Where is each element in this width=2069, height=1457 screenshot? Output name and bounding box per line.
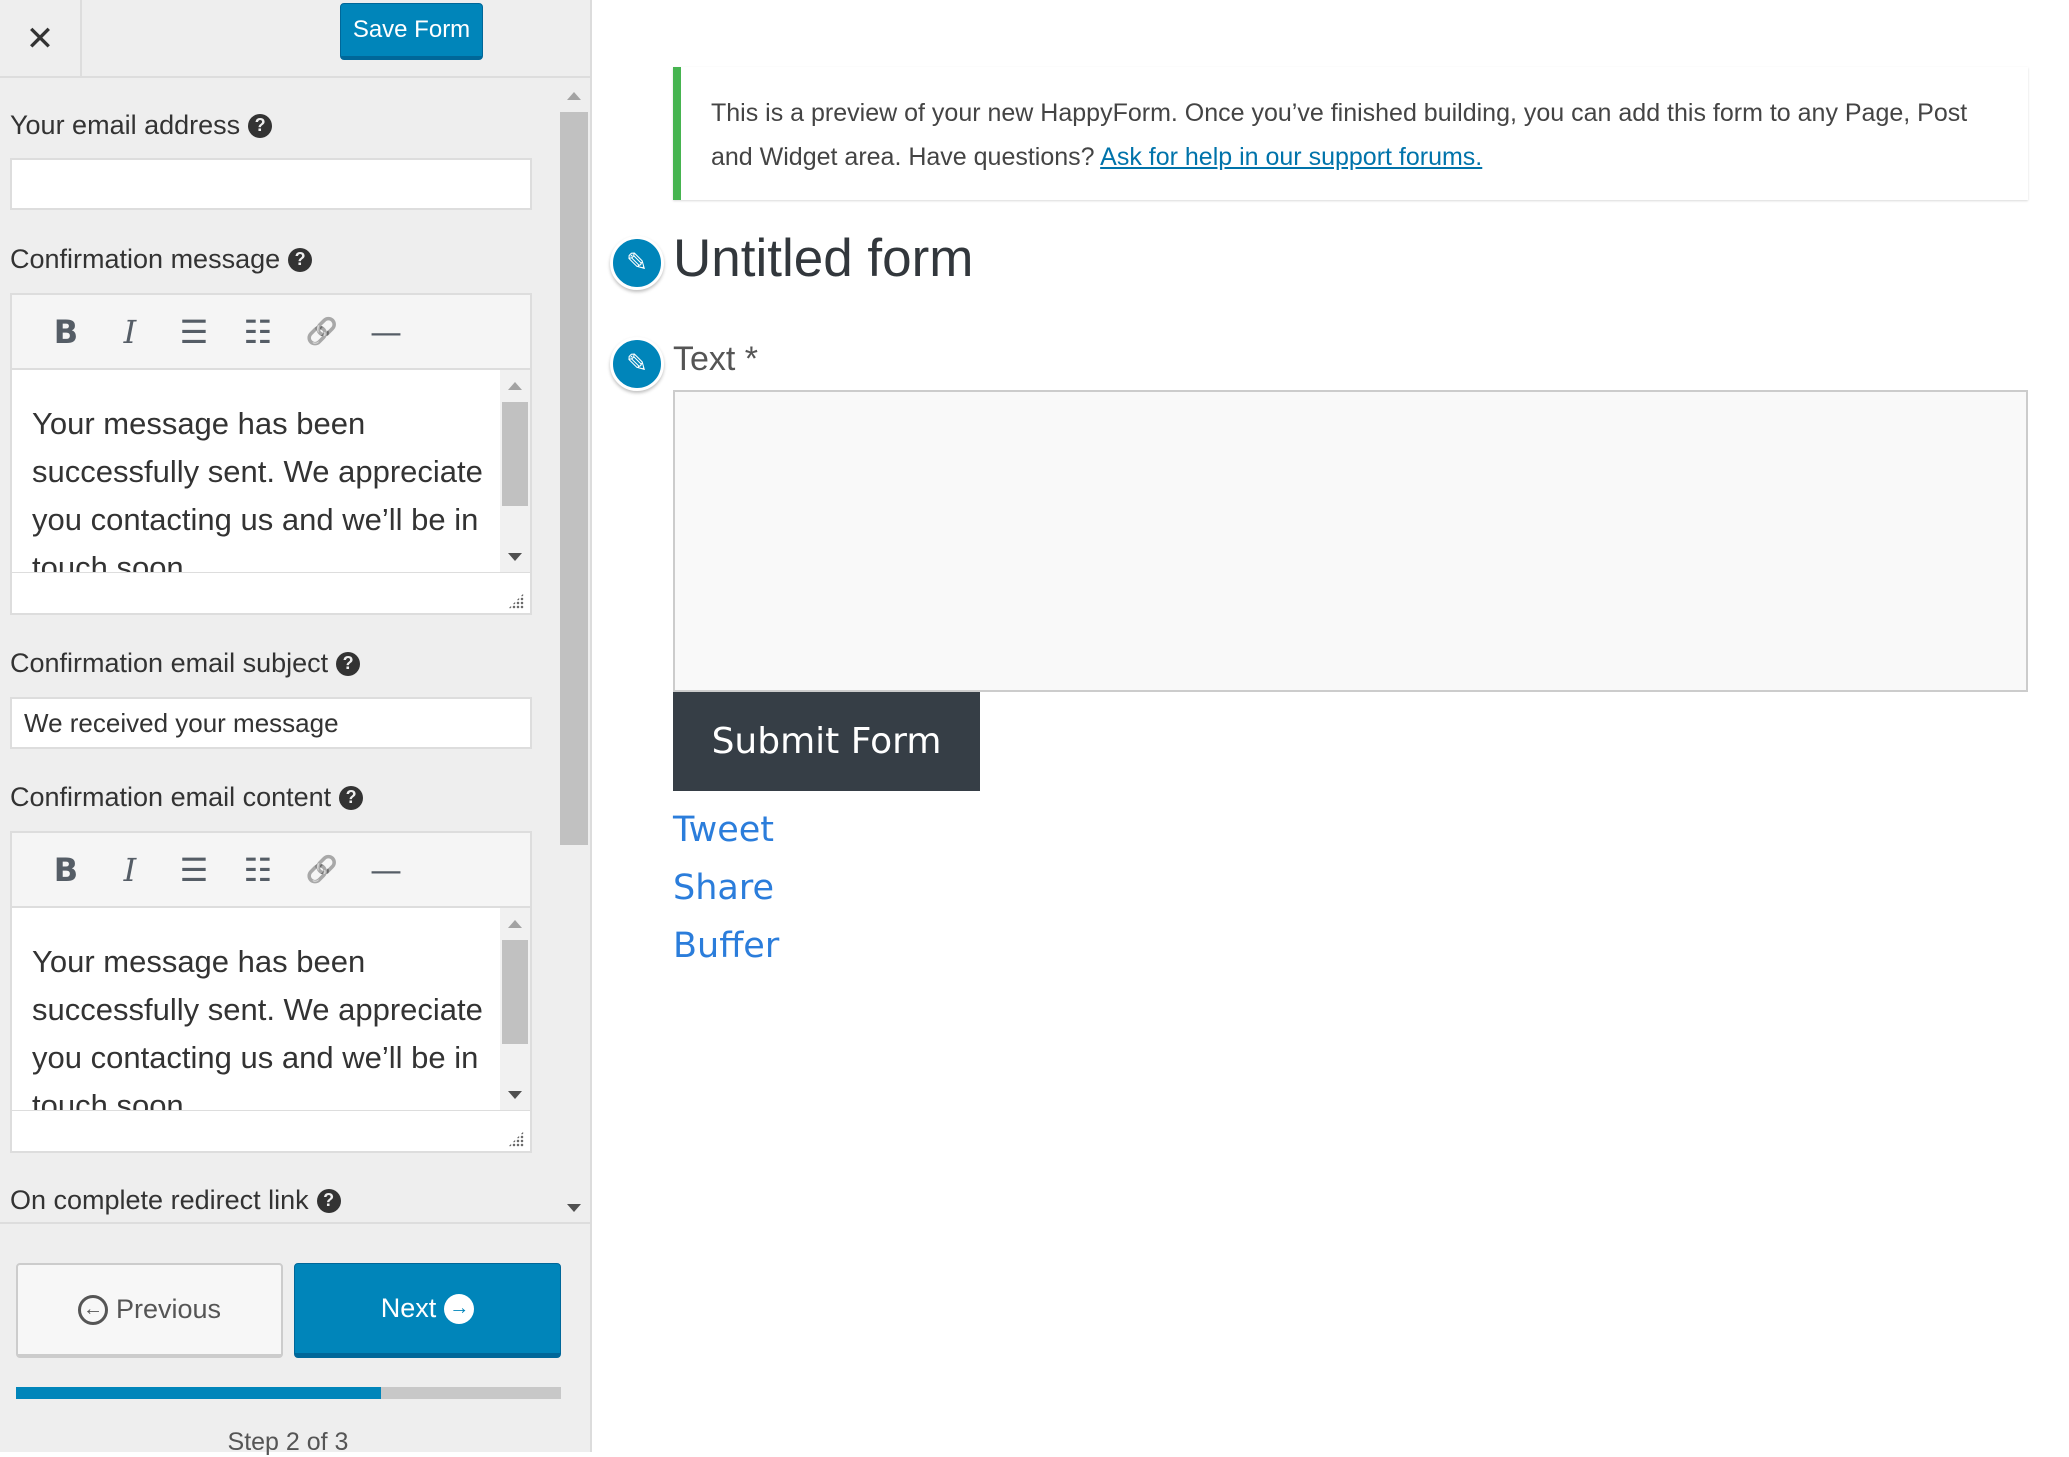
sidebar-header: ✕ Save Form (0, 0, 590, 78)
email-subject-label-text: Confirmation email subject (10, 648, 329, 678)
editor-toolbar: B I ☰ ☷ 🔗 — (12, 295, 530, 370)
horizontal-rule-icon[interactable]: — (354, 307, 418, 357)
help-icon[interactable]: ? (339, 785, 364, 810)
text-field-textarea[interactable] (673, 390, 2028, 692)
arrow-right-circle-icon: → (444, 1293, 475, 1324)
email-field[interactable] (10, 158, 532, 210)
italic-icon[interactable]: I (98, 307, 162, 357)
help-icon[interactable]: ? (316, 1188, 341, 1213)
pencil-icon: ✎ (626, 349, 648, 379)
scroll-down-icon[interactable] (567, 1204, 581, 1212)
redirect-label-text: On complete redirect link (10, 1185, 309, 1215)
help-icon[interactable]: ? (248, 113, 273, 138)
pencil-icon: ✎ (626, 248, 648, 278)
bulleted-list-icon[interactable]: ☰ (162, 307, 226, 357)
scrollbar-thumb[interactable] (502, 402, 528, 506)
support-forums-link[interactable]: Ask for help in our support forums. (1100, 143, 1482, 171)
numbered-list-icon[interactable]: ☷ (226, 307, 290, 357)
email-subject-label: Confirmation email subject? (10, 648, 361, 679)
editor-content[interactable]: Your message has been successfully sent.… (12, 908, 530, 1111)
help-icon[interactable]: ? (336, 651, 361, 676)
buffer-link[interactable]: Buffer (673, 926, 779, 966)
share-link[interactable]: Share (673, 868, 774, 908)
editor-text[interactable]: Your message has been successfully sent.… (32, 938, 492, 1110)
scroll-up-icon[interactable] (567, 92, 581, 100)
sidebar-scrollbar[interactable] (558, 80, 590, 1222)
close-button[interactable]: ✕ (0, 0, 82, 78)
edit-title-button[interactable]: ✎ (610, 236, 664, 290)
link-icon[interactable]: 🔗 (290, 307, 354, 357)
submit-form-button[interactable]: Submit Form (673, 692, 980, 791)
editor-scrollbar[interactable] (500, 370, 530, 572)
arrow-left-circle-icon: ← (77, 1294, 108, 1325)
italic-icon[interactable]: I (98, 845, 162, 895)
editor-scrollbar[interactable] (500, 908, 530, 1110)
resize-handle-icon[interactable] (508, 1131, 524, 1147)
resize-handle-icon[interactable] (508, 593, 524, 609)
email-content-label-text: Confirmation email content (10, 782, 332, 812)
editor-text[interactable]: Your message has been successfully sent.… (32, 400, 492, 572)
editor-content[interactable]: Your message has been successfully sent.… (12, 370, 530, 573)
text-field-label: Text * (673, 340, 759, 378)
email-label-text: Your email address (10, 110, 241, 140)
email-subject-field[interactable]: We received your message (10, 697, 532, 749)
tweet-link[interactable]: Tweet (673, 810, 774, 850)
editor-toolbar: B I ☰ ☷ 🔗 — (12, 833, 530, 908)
confirmation-message-editor: B I ☰ ☷ 🔗 — Your message has been succes… (10, 293, 532, 615)
confirmation-message-label-text: Confirmation message (10, 244, 281, 274)
save-form-button[interactable]: Save Form (340, 3, 483, 60)
redirect-label: On complete redirect link? (10, 1185, 341, 1216)
previous-label: Previous (115, 1294, 222, 1324)
divider (0, 1222, 590, 1224)
close-icon: ✕ (25, 19, 55, 59)
help-icon[interactable]: ? (288, 247, 313, 272)
email-content-editor: B I ☰ ☷ 🔗 — Your message has been succes… (10, 831, 532, 1153)
scrollbar-thumb[interactable] (560, 112, 588, 845)
bold-icon[interactable]: B (34, 307, 98, 357)
horizontal-rule-icon[interactable]: — (354, 845, 418, 895)
scroll-down-icon[interactable] (508, 1091, 522, 1099)
preview-notice: This is a preview of your new HappyForm.… (673, 67, 2028, 200)
scroll-down-icon[interactable] (508, 553, 522, 561)
progress-bar (16, 1387, 561, 1399)
email-content-label: Confirmation email content? (10, 782, 364, 813)
step-indicator: Step 2 of 3 (227, 1428, 349, 1456)
edit-field-button[interactable]: ✎ (610, 337, 664, 391)
editor-footer (12, 1111, 530, 1153)
confirmation-message-label: Confirmation message? (10, 244, 313, 275)
scrollbar-thumb[interactable] (502, 940, 528, 1044)
next-button[interactable]: Next → (294, 1263, 561, 1358)
numbered-list-icon[interactable]: ☷ (226, 845, 290, 895)
bold-icon[interactable]: B (34, 845, 98, 895)
progress-fill (16, 1387, 382, 1399)
bulleted-list-icon[interactable]: ☰ (162, 845, 226, 895)
scroll-up-icon[interactable] (508, 382, 522, 390)
editor-footer (12, 573, 530, 615)
scroll-up-icon[interactable] (508, 920, 522, 928)
link-icon[interactable]: 🔗 (290, 845, 354, 895)
next-label: Next (380, 1293, 437, 1323)
form-builder-sidebar: ✕ Save Form Your email address? Confirma… (0, 0, 592, 1456)
previous-button[interactable]: ← Previous (16, 1263, 283, 1358)
email-label: Your email address? (10, 110, 273, 141)
form-title: Untitled form (673, 229, 974, 288)
